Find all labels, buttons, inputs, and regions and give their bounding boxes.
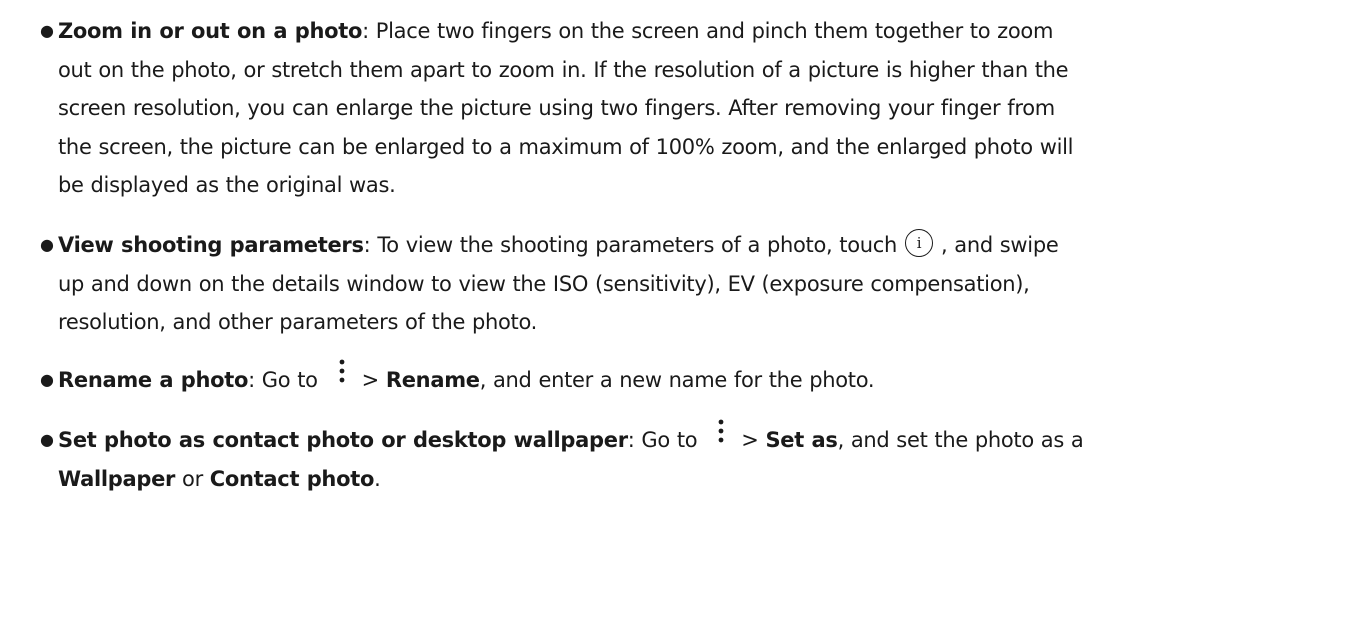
item-title: Set photo as contact photo or desktop wa… [58, 427, 628, 452]
feature-list: ● Zoom in or out on a photo: Place two f… [40, 12, 1340, 520]
wallpaper-label: Wallpaper [58, 466, 176, 491]
item-title: Zoom in or out on a photo [58, 19, 363, 43]
item-line: Zoom in or out on a photo: Place two fin… [58, 19, 1054, 43]
item-line: be displayed as the original was. [58, 173, 396, 198]
list-item-shooting-parameters: ● View shooting parameters: To view the … [40, 226, 1340, 342]
menu-item-rename: Rename [385, 367, 480, 392]
document-page: ● Zoom in or out on a photo: Place two f… [0, 0, 1365, 618]
item-line: resolution, and other parameters of the … [58, 310, 538, 335]
list-item-set-as: ● Set photo as contact photo or desktop … [40, 419, 1340, 499]
item-line: screen resolution, you can enlarge the p… [58, 96, 1055, 121]
more-options-icon[interactable] [331, 354, 353, 392]
bullet-icon: ● [40, 234, 54, 254]
item-line: up and down on the details window to vie… [58, 271, 1030, 296]
item-line: Rename a photo: Go to > Rename, and enter… [58, 359, 1340, 400]
item-line: the screen, the picture can be enlarged … [58, 134, 1074, 159]
contact-photo-label: Contact photo [209, 466, 375, 491]
item-title: Rename a photo [58, 367, 249, 392]
list-item-zoom: ● Zoom in or out on a photo: Place two f… [40, 12, 1340, 205]
menu-item-set-as: Set as [765, 427, 838, 452]
item-line: View shooting parameters: To view the sh… [58, 226, 1340, 265]
more-options-icon[interactable] [710, 414, 732, 452]
item-line: out on the photo, or stretch them apart … [58, 57, 1069, 82]
bullet-icon: ● [40, 21, 54, 40]
item-line: Wallpaper or Contact photo. [58, 466, 381, 491]
item-line: Set photo as contact photo or desktop wa… [58, 419, 1340, 460]
item-title: View shooting parameters [58, 232, 364, 257]
list-item-rename: ● Rename a photo: Go to > Rename, and ent… [40, 359, 1340, 400]
bullet-icon: ● [40, 429, 54, 449]
bullet-icon: ● [40, 369, 54, 389]
info-icon[interactable]: i [905, 228, 934, 257]
